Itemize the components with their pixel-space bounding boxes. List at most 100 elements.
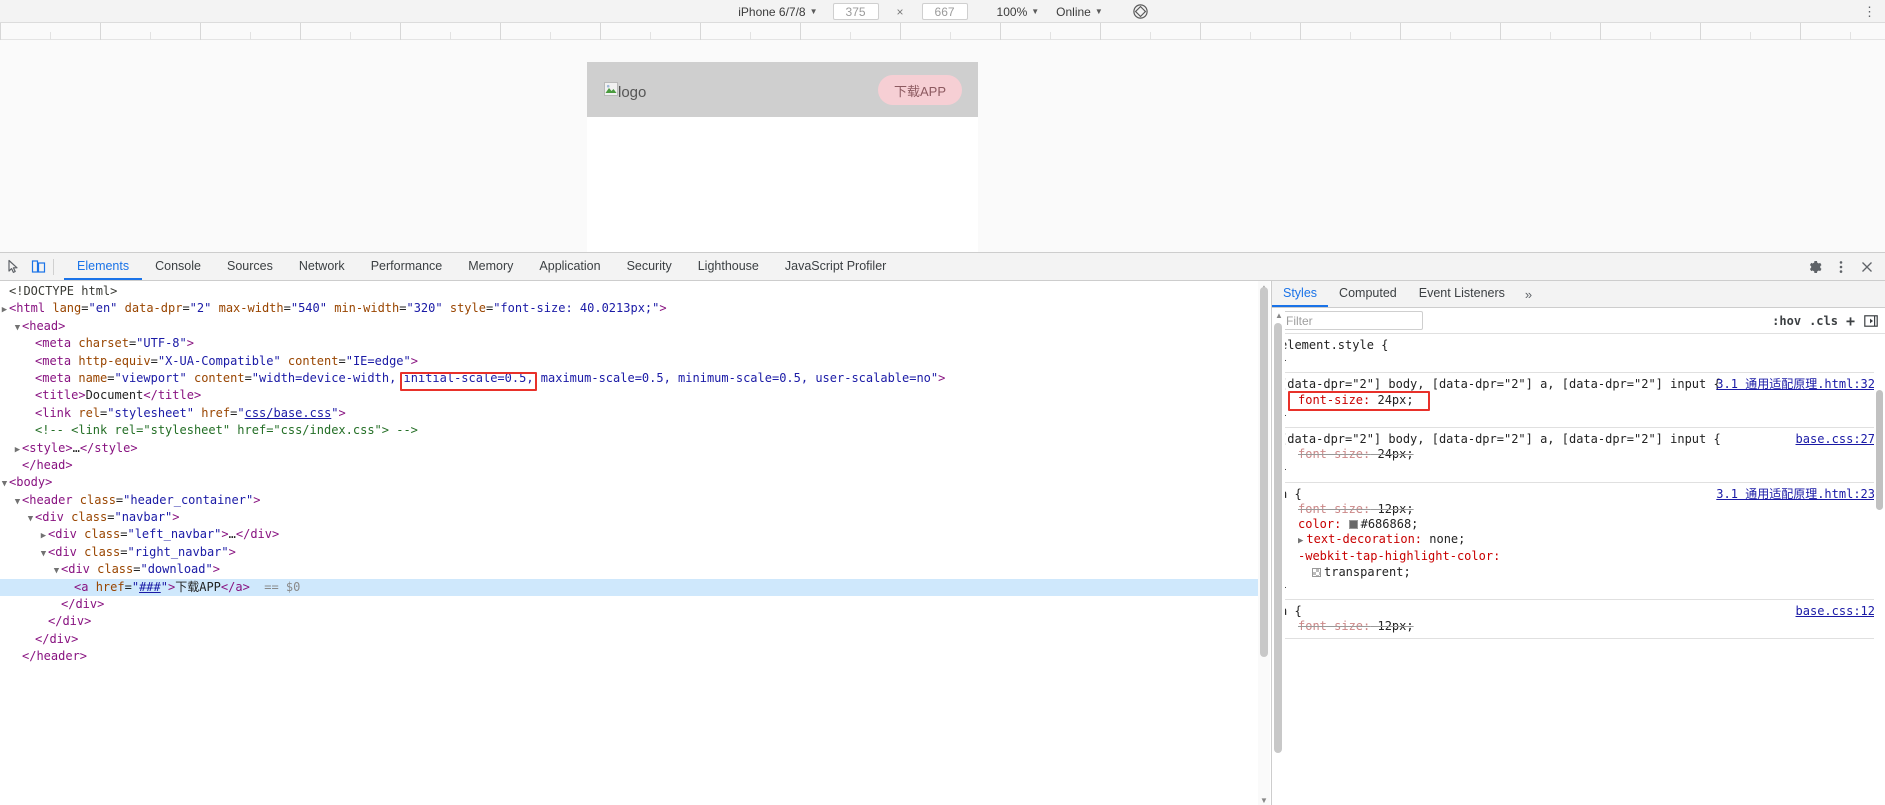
scroll-up-icon[interactable]: ▲ — [1275, 311, 1283, 320]
style-rule-origin-link[interactable]: 3.1 通用适配原理.html:32 — [1716, 377, 1875, 392]
dom-token: class — [71, 510, 108, 525]
dom-node-row[interactable]: <a href="###">下载APP</a> == $0 — [0, 578, 1270, 597]
dom-token[interactable]: ### — [139, 580, 161, 594]
styles-left-scroll-gutter[interactable]: ▲ — [1272, 309, 1285, 805]
dom-token: > — [938, 370, 946, 385]
dom-node-row[interactable]: <!-- <link rel="stylesheet" href="css/in… — [0, 422, 1270, 439]
dom-node-row[interactable]: <title>Document</title> — [0, 387, 1270, 404]
tab-memory[interactable]: Memory — [455, 253, 526, 280]
color-swatch[interactable] — [1312, 567, 1321, 577]
dom-token: "right_navbar" — [127, 544, 229, 559]
tab-application[interactable]: Application — [526, 253, 613, 280]
dom-node-row[interactable]: </div> — [0, 596, 1270, 613]
dom-node-row[interactable]: </div> — [0, 613, 1270, 630]
style-rule-origin-link[interactable]: base.css:12 — [1796, 604, 1875, 619]
tab-lighthouse[interactable]: Lighthouse — [685, 253, 772, 280]
inspect-icon[interactable] — [2, 256, 24, 278]
new-style-rule-button[interactable]: + — [1846, 312, 1855, 330]
tab-elements[interactable]: Elements — [64, 253, 143, 280]
style-declaration[interactable]: -webkit-tap-highlight-color: — [1280, 549, 1877, 564]
download-app-button[interactable]: 下载APP — [878, 75, 962, 105]
color-swatch[interactable] — [1348, 520, 1358, 530]
styles-more-tabs-button[interactable]: » — [1516, 281, 1541, 307]
style-rule-selector[interactable]: [data-dpr="2"] body, [data-dpr="2"] a, [… — [1280, 377, 1877, 392]
dom-token: "IE=edge" — [345, 353, 411, 368]
styles-tab-styles[interactable]: Styles — [1272, 281, 1329, 307]
dom-node-row[interactable]: <meta charset="UTF-8"> — [0, 335, 1270, 352]
dom-node-row[interactable]: <header class="header_container"> — [0, 492, 1270, 509]
rotate-icon[interactable] — [1132, 3, 1149, 20]
dom-node-row[interactable]: <!DOCTYPE html> — [0, 283, 1270, 300]
settings-gear-icon[interactable] — [1803, 256, 1827, 278]
dom-node-row[interactable]: </header> — [0, 648, 1270, 665]
dom-node-row[interactable]: <div class="left_navbar">…</div> — [0, 526, 1270, 543]
hover-state-button[interactable]: :hov — [1772, 314, 1801, 328]
dom-token: "en" — [88, 301, 118, 316]
dom-node-row[interactable]: </div> — [0, 631, 1270, 648]
style-declaration[interactable]: font-size: 12px; — [1280, 502, 1877, 517]
class-toggle-button[interactable]: .cls — [1809, 314, 1838, 328]
style-declaration[interactable]: font-size: 12px; — [1280, 619, 1877, 634]
panel-toggle-icon[interactable] — [1863, 313, 1879, 329]
tab-performance[interactable]: Performance — [358, 253, 456, 280]
dom-token: </header> — [22, 649, 88, 664]
network-throttling-selector[interactable]: Online ▼ — [1054, 4, 1105, 20]
styles-filter-input[interactable] — [1280, 311, 1423, 330]
style-rule-close-brace: } — [1280, 580, 1877, 595]
device-toolbar-more-options[interactable]: ⋮ — [1858, 0, 1881, 23]
dom-node-row[interactable]: <div class="right_navbar"> — [0, 544, 1270, 561]
dom-token: > — [172, 510, 180, 525]
tab-sources[interactable]: Sources — [214, 253, 286, 280]
style-declaration[interactable]: font-size: 24px; — [1280, 393, 1877, 408]
styles-tab-computed[interactable]: Computed — [1328, 281, 1408, 307]
more-vertical-icon[interactable] — [1829, 256, 1853, 278]
style-rule-selector[interactable]: a {base.css:12 — [1280, 604, 1877, 619]
device-toolbar-icon[interactable] — [27, 256, 49, 278]
dom-node-row[interactable]: <div class="download"> — [0, 561, 1270, 578]
expand-arrow-icon[interactable]: ▶ — [1298, 536, 1303, 546]
scroll-down-icon[interactable]: ▼ — [1258, 794, 1270, 805]
device-width-input[interactable] — [832, 3, 879, 20]
tab-javascript-profiler[interactable]: JavaScript Profiler — [772, 253, 899, 280]
declaration-value: 24px; — [1377, 447, 1414, 462]
dom-scrollbar[interactable]: ▲ ▼ — [1258, 281, 1270, 805]
style-declaration[interactable]: color: #686868; — [1280, 517, 1877, 532]
close-icon[interactable] — [1855, 256, 1879, 278]
dom-token: <link — [35, 405, 79, 420]
style-declaration[interactable]: transparent; — [1280, 565, 1877, 580]
styles-scroll-thumb[interactable] — [1876, 390, 1883, 510]
tab-security[interactable]: Security — [614, 253, 685, 280]
dom-node-row[interactable]: <div class="navbar"> — [0, 509, 1270, 526]
style-rule-origin-link[interactable]: 3.1 通用适配原理.html:23 — [1716, 487, 1875, 502]
style-rule-origin-link[interactable]: base.css:27 — [1796, 432, 1875, 447]
dom-node-row[interactable]: <meta http-equiv="X-UA-Compatible" conte… — [0, 353, 1270, 370]
dom-node-row[interactable]: <style>…</style> — [0, 440, 1270, 457]
style-rule-selector[interactable]: a {3.1 通用适配原理.html:23 — [1280, 487, 1877, 502]
dom-node-row[interactable]: <body> — [0, 474, 1270, 491]
tab-console[interactable]: Console — [142, 253, 214, 280]
dom-token[interactable]: css/base.css — [245, 406, 332, 420]
dom-token: = — [244, 370, 252, 385]
style-rule-selector[interactable]: [data-dpr="2"] body, [data-dpr="2"] a, [… — [1280, 432, 1877, 447]
dom-tree-panel[interactable]: <!DOCTYPE html><html lang="en" data-dpr=… — [0, 281, 1270, 805]
selector-text: element.style { — [1280, 338, 1389, 352]
styles-outer-scroll-thumb[interactable] — [1274, 323, 1282, 753]
dom-node-row[interactable]: <link rel="stylesheet" href="css/base.cs… — [0, 405, 1270, 422]
style-declaration[interactable]: font-size: 24px; — [1280, 447, 1877, 462]
dom-node-row[interactable]: <meta name="viewport" content="width=dev… — [0, 370, 1270, 387]
dom-node-row[interactable]: <head> — [0, 318, 1270, 335]
dom-node-row[interactable]: <html lang="en" data-dpr="2" max-width="… — [0, 300, 1270, 317]
tab-network[interactable]: Network — [286, 253, 358, 280]
device-height-input[interactable] — [921, 3, 968, 20]
style-rule-selector[interactable]: element.style { — [1280, 338, 1877, 353]
style-declaration[interactable]: ▶ text-decoration: none; — [1280, 532, 1877, 549]
dom-node-row[interactable]: </head> — [0, 457, 1270, 474]
device-selector[interactable]: iPhone 6/7/8 ▼ — [736, 4, 819, 20]
viewport-ruler — [0, 23, 1885, 40]
styles-scrollbar[interactable] — [1874, 334, 1885, 804]
styles-tab-event-listeners[interactable]: Event Listeners — [1408, 281, 1516, 307]
zoom-selector[interactable]: 100% ▼ — [995, 4, 1042, 20]
styles-rules-list[interactable]: element.style {} [data-dpr="2"] body, [da… — [1272, 334, 1885, 804]
dom-token: </div> — [48, 614, 92, 629]
dom-scroll-thumb[interactable] — [1260, 287, 1268, 657]
